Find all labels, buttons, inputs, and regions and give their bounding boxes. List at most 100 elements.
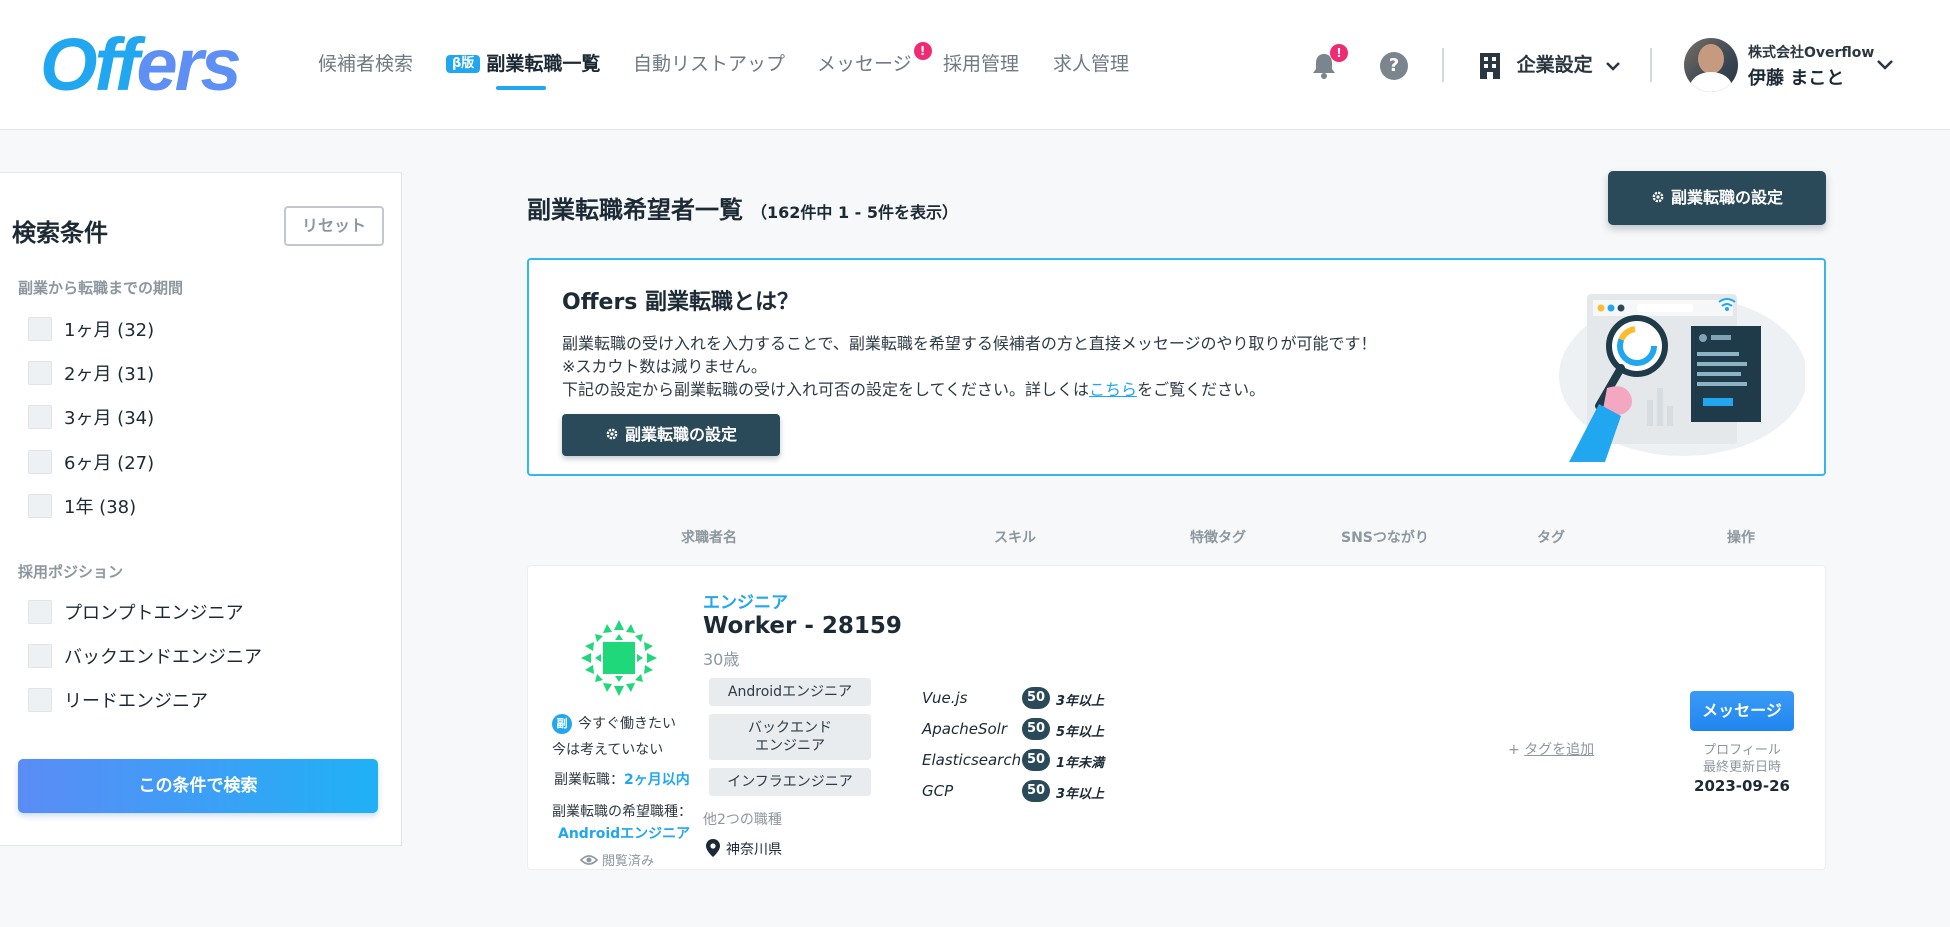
checkbox[interactable] <box>28 600 52 624</box>
nav-label: メッセージ <box>817 53 912 75</box>
checkbox[interactable] <box>28 317 52 341</box>
gear-icon <box>606 428 618 440</box>
job-tag: バックエンド エンジニア <box>709 714 871 760</box>
candidate-identicon <box>578 617 660 699</box>
nav-label: 自動リストアップ <box>633 53 786 75</box>
info-box: Offers 副業転職とは？ 副業転職の受け入れを入力することで、副業転職を希望… <box>527 258 1826 476</box>
desired-role-label: 副業転職の希望職種： <box>552 804 692 820</box>
urgency-text: 今すぐ働きたい <box>578 716 676 732</box>
nav-messages[interactable]: メッセージ! <box>817 42 932 76</box>
checkbox-label: リードエンジニア <box>64 691 208 712</box>
profile-updated-label: プロフィール 最終更新日時 <box>1702 743 1781 775</box>
header-divider <box>1442 48 1444 82</box>
gear-icon <box>1652 191 1664 203</box>
checkbox[interactable] <box>28 688 52 712</box>
company-settings-menu[interactable]: 企業設定 <box>1478 50 1621 80</box>
period-label: 副業転職： <box>554 772 624 788</box>
offers-logo[interactable]: Offers <box>40 22 242 108</box>
location-pin-icon <box>706 839 720 857</box>
column-header-feature-tag: 特徴タグ <box>1190 530 1246 546</box>
nav-label: 候補者検索 <box>318 53 414 75</box>
checkbox[interactable] <box>28 361 52 385</box>
skill-name: Vue.js <box>922 689 968 707</box>
nav-label: 採用管理 <box>943 53 1020 75</box>
column-header-sns: SNSつながり <box>1341 530 1429 546</box>
header-divider <box>1650 48 1652 82</box>
plus-icon: + <box>1508 742 1520 758</box>
message-button[interactable]: メッセージ <box>1690 691 1794 731</box>
nav-hiring-management[interactable]: 採用管理 <box>943 52 1019 76</box>
nav-job-management[interactable]: 求人管理 <box>1053 52 1129 76</box>
skill-level: 50 <box>1022 687 1050 709</box>
checkbox-label: プロンプトエンジニア <box>64 603 244 624</box>
period-option-2m[interactable]: 2ヶ月 (31) <box>28 360 154 386</box>
page-title: 副業転職希望者一覧 （162件中 1 - 5件を表示） <box>527 190 958 225</box>
checkbox[interactable] <box>28 644 52 668</box>
column-header-name: 求職者名 <box>681 530 737 546</box>
button-label: 副業転職の設定 <box>624 425 737 444</box>
bell-icon[interactable]: ! <box>1310 44 1348 80</box>
help-icon[interactable]: ? <box>1380 52 1408 80</box>
info-title: Offers 副業転職とは？ <box>562 290 800 315</box>
job-tag: インフラエンジニア <box>709 768 871 796</box>
search-button[interactable]: この条件で検索 <box>18 759 378 813</box>
message-alert-badge: ! <box>913 42 932 60</box>
analytics-illustration <box>1559 294 1805 462</box>
user-name: 伊藤 まこと <box>1748 68 1845 89</box>
checkbox-label: 6ヶ月 (27) <box>64 453 155 474</box>
skill-years: 3年以上 <box>1056 694 1105 709</box>
period-option-1y[interactable]: 1年 (38) <box>28 493 136 519</box>
period-value: 2ヶ月以内 <box>624 772 690 788</box>
user-company: 株式会社Overflow <box>1748 45 1875 61</box>
job-tag: Androidエンジニア <box>709 678 871 706</box>
info-line: 下記の設定から副業転職の受け入れ可否の設定をしてください。詳しくはこちらをご覧く… <box>562 376 1265 400</box>
beta-badge: β版 <box>446 55 481 73</box>
period-option-1m[interactable]: 1ヶ月 (32) <box>28 316 154 342</box>
candidate-card[interactable]: 副今すぐ働きたい 今は考えていない 副業転職：2ヶ月以内 副業転職の希望職種： … <box>527 565 1826 870</box>
skill-name: ApacheSolr <box>922 720 1007 738</box>
urgency-status-2: 今は考えていない <box>552 742 664 758</box>
side-job-settings-button-info[interactable]: 副業転職の設定 <box>562 414 780 456</box>
position-option-backend[interactable]: バックエンドエンジニア <box>28 643 262 669</box>
skill-years: 3年以上 <box>1056 787 1105 802</box>
avatar[interactable] <box>1684 38 1738 92</box>
nav-candidate-search[interactable]: 候補者検索 <box>318 52 413 76</box>
skill-years: 1年未満 <box>1056 756 1105 771</box>
reset-button[interactable]: リセット <box>284 206 384 246</box>
checkbox[interactable] <box>28 450 52 474</box>
checkbox-label: 2ヶ月 (31) <box>64 364 155 385</box>
position-section-label: 採用ポジション <box>18 563 124 581</box>
result-count: （162件中 1 - 5件を表示） <box>751 203 959 222</box>
details-link[interactable]: こちら <box>1089 380 1137 399</box>
eye-icon <box>579 855 599 865</box>
checkbox-label: バックエンドエンジニア <box>64 647 262 668</box>
add-tag-link[interactable]: + タグを追加 <box>1508 739 1594 759</box>
position-option-lead[interactable]: リードエンジニア <box>28 687 208 713</box>
skill-years: 5年以上 <box>1056 725 1105 740</box>
position-option-prompt[interactable]: プロンプトエンジニア <box>28 599 243 625</box>
bell-alert-badge: ! <box>1330 44 1348 62</box>
sidebar-title: 検索条件 <box>12 219 108 247</box>
column-header-tag: タグ <box>1537 530 1565 546</box>
nav-auto-listup[interactable]: 自動リストアップ <box>633 52 785 76</box>
skill-level: 50 <box>1022 749 1050 771</box>
info-line: 副業転職の受け入れを入力することで、副業転職を希望する候補者の方と直接メッセージ… <box>562 334 1377 353</box>
info-text: 下記の設定から副業転職の受け入れ可否の設定をしてください。詳しくは <box>562 380 1090 399</box>
period-option-6m[interactable]: 6ヶ月 (27) <box>28 449 154 475</box>
skill-name: GCP <box>922 782 954 800</box>
checkbox[interactable] <box>28 405 52 429</box>
checkbox[interactable] <box>28 494 52 518</box>
logo-text-main: Off <box>40 23 140 106</box>
period-option-3m[interactable]: 3ヶ月 (34) <box>28 404 154 430</box>
nav-side-job-list[interactable]: β版 副業転職一覧 <box>446 52 600 90</box>
viewed-text: 閲覧済み <box>602 854 655 869</box>
viewed-status: 閲覧済み <box>579 850 655 869</box>
candidate-name[interactable]: Worker - 28159 <box>703 613 902 639</box>
chevron-down-icon <box>1606 61 1621 71</box>
skill-level: 50 <box>1022 718 1050 740</box>
side-job-settings-button[interactable]: 副業転職の設定 <box>1608 171 1826 225</box>
urgency-status: 副今すぐ働きたい <box>552 713 676 734</box>
transition-period: 副業転職：2ヶ月以内 <box>554 769 690 789</box>
column-header-skill: スキル <box>994 530 1036 546</box>
chevron-down-icon[interactable] <box>1876 56 1894 75</box>
